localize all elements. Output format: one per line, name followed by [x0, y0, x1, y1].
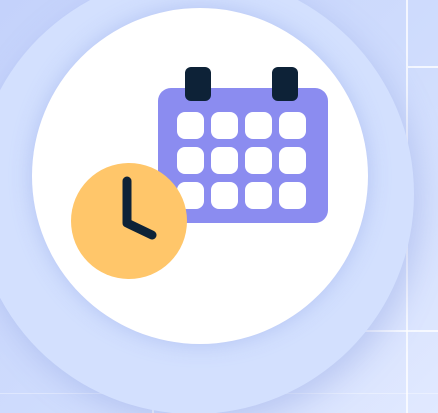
illustration-scene	[0, 0, 438, 413]
calendar-cell	[211, 182, 238, 209]
calendar-cell	[279, 182, 306, 209]
calendar-cell	[245, 112, 272, 139]
calendar-cell	[279, 147, 306, 174]
calendar-cell	[177, 147, 204, 174]
clock-icon	[71, 163, 187, 279]
calendar-cell	[211, 147, 238, 174]
calendar-cell	[279, 112, 306, 139]
calendar-cell	[211, 112, 238, 139]
calendar-icon	[158, 67, 328, 223]
calendar-ring-left	[185, 67, 211, 101]
calendar-cell	[177, 112, 204, 139]
calendar-ring-right	[272, 67, 298, 101]
calendar-cell	[245, 147, 272, 174]
calendar-cell	[245, 182, 272, 209]
calendar-clock-icon	[71, 67, 328, 279]
